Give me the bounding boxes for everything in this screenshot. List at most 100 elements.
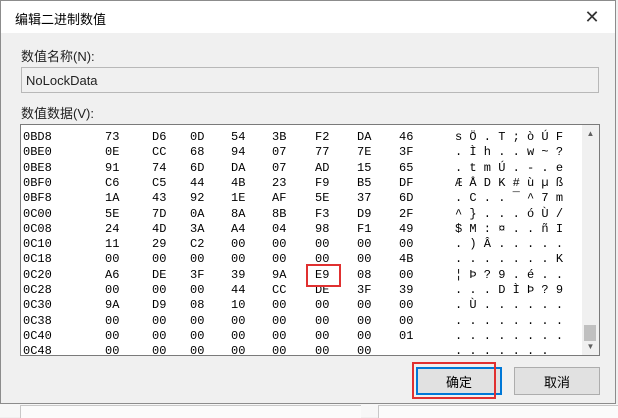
- hex-byte[interactable]: 74: [152, 161, 166, 175]
- hex-byte[interactable]: D6: [152, 130, 166, 144]
- hex-byte[interactable]: 08: [357, 268, 371, 282]
- chevron-up-icon[interactable]: ▲: [582, 125, 599, 142]
- hex-byte[interactable]: 24: [105, 222, 119, 236]
- close-button[interactable]: ✕: [569, 1, 615, 33]
- hex-byte[interactable]: 4B: [231, 176, 245, 190]
- hex-byte[interactable]: CC: [152, 145, 166, 159]
- hex-byte[interactable]: 00: [315, 314, 329, 328]
- hex-byte[interactable]: 92: [190, 191, 204, 205]
- hex-byte[interactable]: 00: [152, 344, 166, 355]
- hex-ascii[interactable]: ¦ Þ ? 9 . é . .: [455, 268, 563, 282]
- hex-ascii[interactable]: . ) Â . . . . .: [455, 237, 563, 251]
- hex-byte[interactable]: 00: [105, 252, 119, 266]
- hex-byte[interactable]: 00: [272, 329, 286, 343]
- hex-byte[interactable]: 0E: [105, 145, 119, 159]
- hex-byte[interactable]: 00: [231, 252, 245, 266]
- hex-byte[interactable]: AF: [272, 191, 286, 205]
- hex-byte[interactable]: CC: [272, 283, 286, 297]
- hex-byte[interactable]: 8A: [231, 207, 245, 221]
- hex-byte[interactable]: B5: [357, 176, 371, 190]
- hex-byte[interactable]: 77: [315, 145, 329, 159]
- hex-byte[interactable]: 00: [231, 344, 245, 355]
- hex-byte[interactable]: 37: [357, 191, 371, 205]
- hex-byte[interactable]: 0A: [190, 207, 204, 221]
- chevron-down-icon[interactable]: ▼: [582, 338, 599, 355]
- hex-grid[interactable]: 0BD8 73 D6 0D 54 3B F2 DA 46 s Ö . T ; ò Ú F 0BE0 0…: [21, 125, 582, 355]
- hex-byte[interactable]: 00: [105, 329, 119, 343]
- hex-byte[interactable]: 44: [231, 283, 245, 297]
- hex-byte[interactable]: 3F: [357, 283, 371, 297]
- hex-byte[interactable]: 44: [190, 176, 204, 190]
- hex-byte[interactable]: 00: [272, 298, 286, 312]
- hex-byte[interactable]: DF: [399, 176, 413, 190]
- hex-byte[interactable]: 5E: [315, 191, 329, 205]
- hex-byte[interactable]: 7D: [152, 207, 166, 221]
- hex-byte[interactable]: 9A: [105, 298, 119, 312]
- hex-byte[interactable]: 04: [272, 222, 286, 236]
- hex-byte[interactable]: A6: [105, 268, 119, 282]
- hex-byte[interactable]: DA: [231, 161, 245, 175]
- hex-byte[interactable]: 39: [231, 268, 245, 282]
- hex-byte[interactable]: 00: [315, 298, 329, 312]
- hex-ascii[interactable]: Æ Å D K # ù µ ß: [455, 176, 563, 190]
- hex-byte[interactable]: 4B: [399, 252, 413, 266]
- hex-editor[interactable]: 0BD8 73 D6 0D 54 3B F2 DA 46 s Ö . T ; ò Ú F 0BE0 0…: [20, 124, 600, 356]
- hex-byte[interactable]: 00: [190, 252, 204, 266]
- hex-byte[interactable]: 11: [105, 237, 119, 251]
- hex-byte[interactable]: C6: [105, 176, 119, 190]
- hex-byte[interactable]: F1: [357, 222, 371, 236]
- hex-ascii[interactable]: . . . . . . . K: [455, 252, 563, 266]
- hex-byte[interactable]: 3A: [190, 222, 204, 236]
- hex-ascii[interactable]: . . . . . . . .: [455, 314, 563, 328]
- hex-ascii[interactable]: . . . D Ì Þ ? 9: [455, 283, 563, 297]
- hex-byte[interactable]: 39: [399, 283, 413, 297]
- hex-ascii[interactable]: s Ö . T ; ò Ú F: [455, 130, 563, 144]
- hex-byte[interactable]: 00: [152, 314, 166, 328]
- hex-byte[interactable]: 1A: [105, 191, 119, 205]
- hex-byte[interactable]: 29: [152, 237, 166, 251]
- hex-byte[interactable]: C5: [152, 176, 166, 190]
- hex-byte[interactable]: 1E: [231, 191, 245, 205]
- hex-byte[interactable]: 5E: [105, 207, 119, 221]
- hex-byte[interactable]: 00: [190, 283, 204, 297]
- hex-byte[interactable]: 00: [190, 344, 204, 355]
- hex-ascii[interactable]: . Ù . . . . . .: [455, 298, 563, 312]
- hex-byte[interactable]: 00: [190, 329, 204, 343]
- hex-byte[interactable]: 94: [231, 145, 245, 159]
- hex-byte[interactable]: 0D: [190, 130, 204, 144]
- hex-byte[interactable]: 00: [357, 329, 371, 343]
- hex-byte[interactable]: 00: [357, 314, 371, 328]
- hex-byte[interactable]: DA: [357, 130, 371, 144]
- hex-ascii[interactable]: . t m Ú . - . e: [455, 161, 563, 175]
- hex-ascii[interactable]: . C . . ¯ ^ 7 m: [455, 191, 563, 205]
- hex-byte[interactable]: 54: [231, 130, 245, 144]
- hex-byte[interactable]: 00: [315, 237, 329, 251]
- hex-byte[interactable]: 43: [152, 191, 166, 205]
- hex-byte[interactable]: 68: [190, 145, 204, 159]
- hex-byte[interactable]: 00: [105, 314, 119, 328]
- hex-byte[interactable]: 10: [231, 298, 245, 312]
- hex-byte[interactable]: 00: [152, 283, 166, 297]
- hex-byte[interactable]: 00: [190, 314, 204, 328]
- hex-ascii[interactable]: . . . . . . .: [455, 344, 549, 355]
- hex-byte[interactable]: 00: [357, 237, 371, 251]
- hex-byte[interactable]: 98: [315, 222, 329, 236]
- hex-byte[interactable]: 3F: [190, 268, 204, 282]
- hex-byte[interactable]: 07: [272, 161, 286, 175]
- hex-byte[interactable]: 00: [357, 298, 371, 312]
- hex-byte[interactable]: 2F: [399, 207, 413, 221]
- hex-byte[interactable]: F2: [315, 130, 329, 144]
- hex-byte[interactable]: 08: [190, 298, 204, 312]
- hex-byte[interactable]: 07: [272, 145, 286, 159]
- hex-byte[interactable]: 4D: [152, 222, 166, 236]
- hex-byte[interactable]: F3: [315, 207, 329, 221]
- hex-byte[interactable]: F9: [315, 176, 329, 190]
- hex-byte[interactable]: 00: [272, 314, 286, 328]
- hex-byte[interactable]: 00: [315, 344, 329, 355]
- hex-byte[interactable]: DE: [152, 268, 166, 282]
- hex-byte[interactable]: 8B: [272, 207, 286, 221]
- hex-byte[interactable]: 00: [357, 252, 371, 266]
- hex-byte[interactable]: 15: [357, 161, 371, 175]
- hex-byte[interactable]: 00: [272, 237, 286, 251]
- hex-byte[interactable]: 01: [399, 329, 413, 343]
